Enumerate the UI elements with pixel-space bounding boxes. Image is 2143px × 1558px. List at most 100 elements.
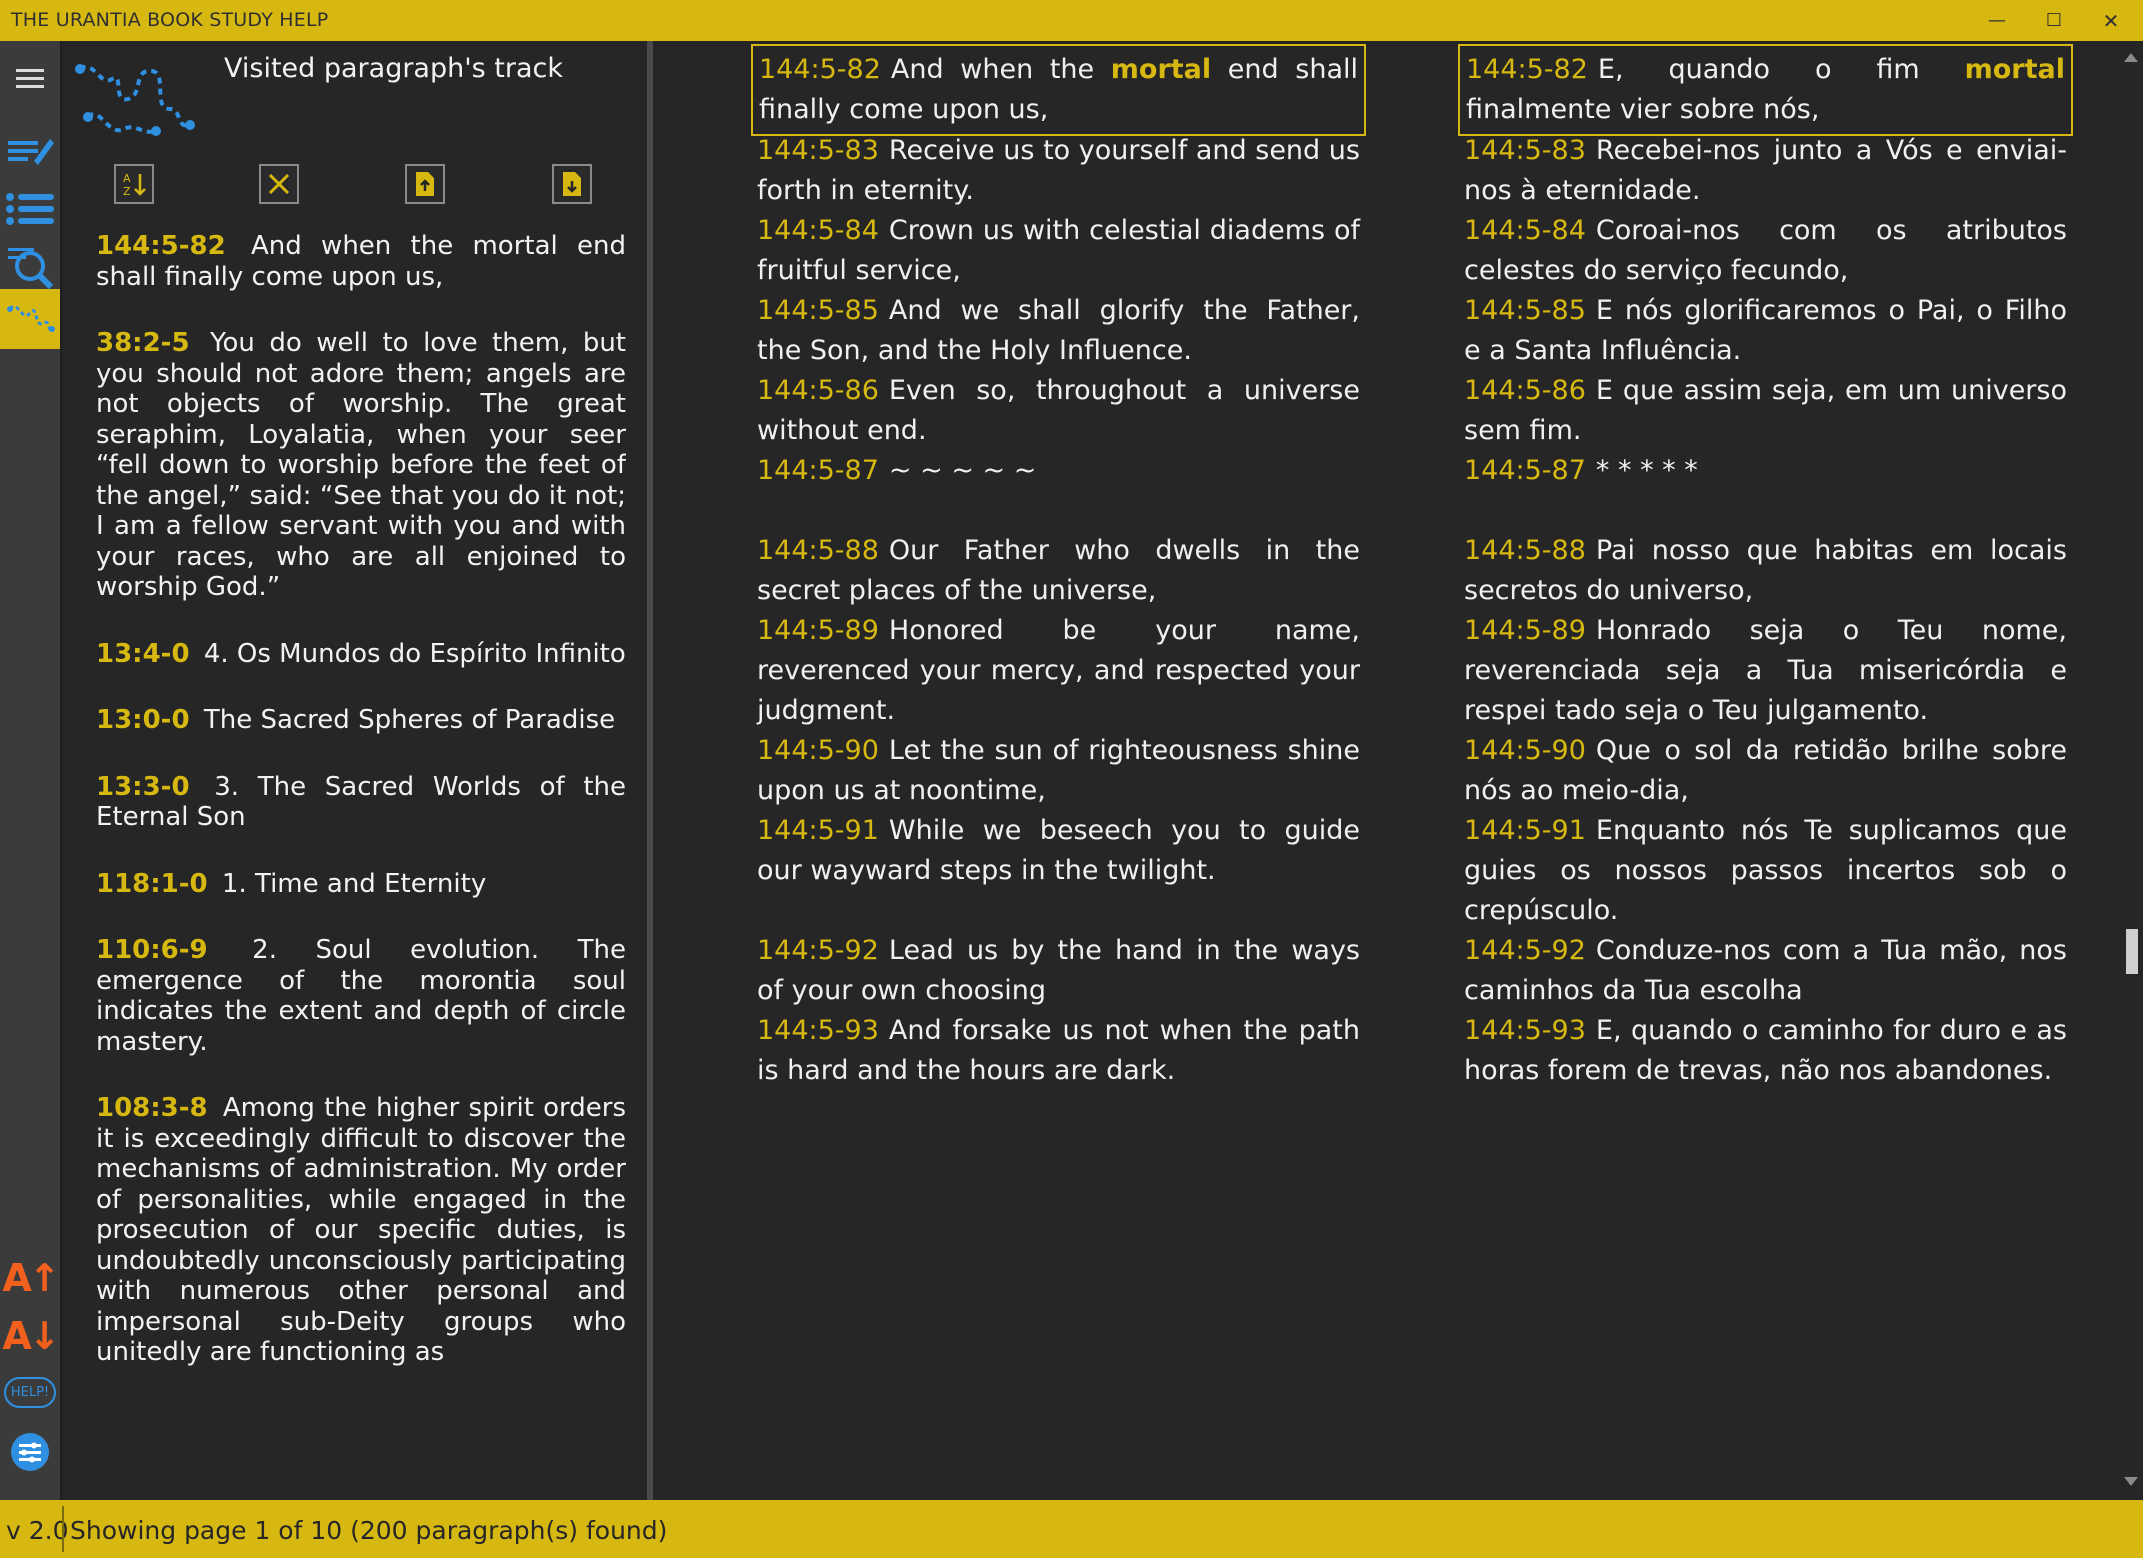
paragraph-en[interactable]: 144:5-89 Honored be your name, reverenced… — [751, 611, 1366, 731]
paragraph-pt[interactable]: 144:5-83 Recebei-nos junto a Vós e enviai… — [1458, 131, 2073, 211]
track-button[interactable] — [0, 289, 60, 349]
track-item[interactable]: 13:4-0 4. Os Mundos do Espírito Infinito — [96, 639, 626, 670]
paragraph-ref: 144:5-93 — [1464, 1015, 1586, 1046]
settings-button[interactable] — [0, 1427, 60, 1477]
scroll-up-icon[interactable] — [2124, 53, 2138, 62]
paragraph-pt[interactable]: 144:5-85 E nós glorificaremos o Pai, o Fi… — [1458, 291, 2073, 371]
highlight-word: mortal — [1964, 54, 2065, 85]
paragraph-ref: 144:5-86 — [1464, 375, 1586, 406]
minimize-button[interactable]: — — [1965, 0, 2029, 41]
highlight-word: mortal — [1110, 54, 1212, 85]
paragraph-pt[interactable]: 144:5-91 Enquanto nós Te suplicamos que g… — [1458, 811, 2073, 931]
font-decrease-icon: A↓ — [2, 1314, 60, 1358]
font-increase-button[interactable]: A↑ — [0, 1253, 60, 1303]
paragraph-en[interactable]: 144:5-83 Receive us to yourself and send … — [751, 131, 1366, 211]
paragraph-en[interactable]: 144:5-85 And we shall glorify the Father,… — [751, 291, 1366, 371]
paragraph-text: E, quando o fim — [1597, 54, 1965, 85]
main-text-area: 144:5-82 And when the mortal end shall fi… — [653, 41, 2143, 1500]
paragraph-pt-selected[interactable]: 144:5-82 E, quando o fim mortal finalment… — [1458, 44, 2073, 136]
paragraph-pt[interactable]: 144:5-88 Pai nosso que habitas em locais … — [1458, 531, 2073, 611]
paragraph-ref: 144:5-82 — [1466, 54, 1588, 85]
status-separator — [62, 1506, 64, 1552]
settings-icon — [11, 1433, 49, 1471]
title-bar: THE URANTIA BOOK STUDY HELP — ☐ ✕ — [0, 0, 2143, 41]
track-item-ref: 38:2-5 — [96, 328, 190, 358]
paragraph-en[interactable]: 144:5-93 And forsake us not when the path… — [751, 1011, 1366, 1091]
paragraph-en[interactable]: 144:5-84 Crown us with celestial diadems … — [751, 211, 1366, 291]
track-item[interactable]: 38:2-5 You do well to love them, but you… — [96, 328, 626, 603]
paragraph-ref: 144:5-87 — [757, 455, 879, 486]
export-down-button[interactable] — [552, 164, 592, 204]
help-icon: HELP! — [3, 1376, 57, 1408]
paragraph-pt[interactable]: 144:5-86 E que assim seja, em um universo… — [1458, 371, 2073, 451]
version-label: v 2.0 — [6, 1516, 69, 1545]
paragraph-pt[interactable]: 144:5-92 Conduze-nos com a Tua mão, nos c… — [1458, 931, 2073, 1011]
paragraph-text: And when the — [890, 54, 1111, 85]
paragraph-ref: 144:5-88 — [757, 535, 879, 566]
paragraph-ref: 144:5-83 — [1464, 135, 1586, 166]
minimize-icon: — — [1988, 10, 2006, 31]
menu-button[interactable] — [0, 49, 60, 109]
paragraph-en[interactable]: 144:5-90 Let the sun of righteousness shi… — [751, 731, 1366, 811]
sort-button[interactable]: A Z — [114, 164, 154, 204]
track-item-ref: 108:3-8 — [96, 1093, 208, 1123]
track-panel: Visited paragraph's track A Z 144:5-82 A… — [62, 41, 700, 1514]
notes-button[interactable] — [0, 119, 60, 179]
paragraph-ref: 144:5-84 — [757, 215, 879, 246]
help-button[interactable]: HELP! — [0, 1367, 60, 1417]
paragraph-pt[interactable]: 144:5-90 Que o sol da retidão brilhe sobr… — [1458, 731, 2073, 811]
track-item[interactable]: 110:6-9 2. Soul evolution. The emergence… — [96, 935, 626, 1057]
paragraph-pt[interactable]: 144:5-93 E, quando o caminho for duro e a… — [1458, 1011, 2073, 1091]
menu-icon — [16, 69, 44, 88]
icon-sidebar: A↑ A↓ HELP! — [0, 41, 62, 1500]
track-list: 144:5-82 And when the mortal end shall f… — [96, 231, 626, 1531]
track-item-text: The Sacred Spheres of Paradise — [203, 705, 616, 735]
paragraph-ref: 144:5-82 — [759, 54, 881, 85]
font-decrease-button[interactable]: A↓ — [0, 1311, 60, 1361]
track-item-text: You do well to love them, but you should… — [96, 328, 626, 602]
scroll-down-icon[interactable] — [2124, 1477, 2138, 1486]
paragraph-text: * * * * * — [1595, 455, 1698, 486]
main-scroll-thumb[interactable] — [2126, 929, 2138, 974]
export-down-icon — [563, 172, 581, 196]
toc-button[interactable] — [0, 179, 60, 239]
paragraph-ref: 144:5-89 — [1464, 615, 1586, 646]
paragraph-en[interactable]: 144:5-88 Our Father who dwells in the sec… — [751, 531, 1366, 611]
paragraph-ref: 144:5-86 — [757, 375, 879, 406]
export-up-button[interactable] — [405, 164, 445, 204]
track-item-ref: 144:5-82 — [96, 231, 226, 261]
export-up-icon — [416, 172, 434, 196]
track-item-ref: 13:4-0 — [96, 638, 190, 669]
paragraph-pt[interactable]: 144:5-89 Honrado seja o Teu nome, reveren… — [1458, 611, 2073, 731]
track-icon — [7, 305, 55, 332]
list-icon — [6, 193, 54, 225]
paragraph-ref: 144:5-83 — [757, 135, 879, 166]
main-scrollbar[interactable] — [2117, 41, 2143, 1500]
track-item-ref: 13:3-0 — [96, 771, 190, 802]
paragraph-ref: 144:5-90 — [757, 735, 879, 766]
track-logo-icon — [75, 64, 195, 136]
paragraph-pt[interactable]: 144:5-84 Coroai-nos com os atributos cele… — [1458, 211, 2073, 291]
maximize-button[interactable]: ☐ — [2022, 0, 2086, 41]
clear-icon — [268, 173, 290, 195]
track-item[interactable]: 144:5-82 And when the mortal end shall f… — [96, 231, 626, 292]
paragraph-pt[interactable]: 144:5-87 * * * * * — [1458, 451, 2073, 491]
close-button[interactable]: ✕ — [2079, 0, 2143, 41]
track-item-text: Among the higher spirit orders it is exc… — [96, 1093, 626, 1367]
close-icon: ✕ — [2102, 8, 2120, 33]
track-item-ref: 118:1-0 — [96, 868, 208, 899]
paragraph-ref: 144:5-85 — [1464, 295, 1586, 326]
search-button[interactable] — [0, 237, 60, 297]
paragraph-en[interactable]: 144:5-91 While we beseech you to guide ou… — [751, 811, 1366, 891]
paragraph-en[interactable]: 144:5-92 Lead us by the hand in the ways … — [751, 931, 1366, 1011]
paragraph-en[interactable]: 144:5-87 ~ ~ ~ ~ ~ — [751, 451, 1366, 491]
track-item[interactable]: 13:0-0 The Sacred Spheres of Paradise — [96, 705, 626, 736]
paragraph-en[interactable]: 144:5-86 Even so, throughout a universe w… — [751, 371, 1366, 451]
track-item[interactable]: 13:3-0 3. The Sacred Worlds of the Etern… — [96, 772, 626, 833]
paragraph-ref: 144:5-84 — [1464, 215, 1586, 246]
paragraph-en-selected[interactable]: 144:5-82 And when the mortal end shall fi… — [751, 44, 1366, 136]
notes-icon — [8, 139, 54, 165]
track-item[interactable]: 118:1-0 1. Time and Eternity — [96, 869, 626, 900]
clear-track-button[interactable] — [259, 164, 299, 204]
track-item[interactable]: 108:3-8 Among the higher spirit orders i… — [96, 1093, 626, 1368]
